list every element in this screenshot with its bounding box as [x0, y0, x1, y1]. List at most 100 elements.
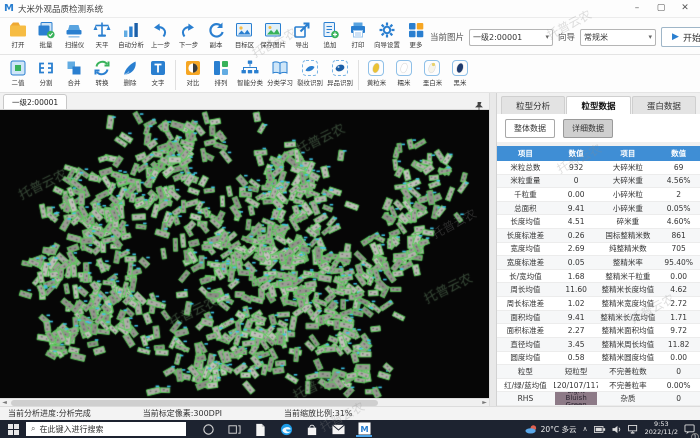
maximize-button[interactable]: ▢ [650, 2, 672, 16]
analysis-image-area[interactable] [0, 110, 489, 398]
table-row[interactable]: 宽度标准差0.05整精米率95.40% [497, 256, 700, 270]
start-record-button[interactable]: ▶ 开始录制 [661, 27, 700, 47]
table-row[interactable]: 长度均值4.51碎米重4.60% [497, 215, 700, 229]
table-row[interactable]: 千粒重0.00小碎米粒2 [497, 188, 700, 202]
battery-icon[interactable] [594, 425, 606, 434]
panel-tab-shape-analysis[interactable]: 粒型分析 [501, 96, 565, 114]
toolbar-open-button[interactable]: 打开 [4, 20, 32, 50]
toolbar-target-area-button[interactable]: 目标区 [230, 20, 258, 50]
scrollbar-track[interactable] [9, 400, 480, 406]
table-row[interactable]: 粒型短粒型不完善粒数0 [497, 365, 700, 379]
network-icon[interactable] [628, 425, 639, 434]
mail-icon[interactable] [330, 421, 346, 437]
value-cell: 0.00 [657, 270, 700, 283]
table-row[interactable]: 长度标准差0.26国标整精米数861 [497, 229, 700, 243]
toolbar-yellow-rice-button[interactable]: 黄粒米 [362, 58, 390, 90]
scroll-left-icon[interactable]: ◄ [0, 399, 9, 406]
close-button[interactable]: ✕ [674, 2, 696, 16]
item-cell: 面积均值 [497, 311, 554, 324]
table-row[interactable]: 红/绿/蓝均值120/107/117不完善粒率0.00% [497, 379, 700, 393]
rice-grain-image[interactable] [0, 110, 489, 398]
value-cell: 4.60% [657, 215, 700, 228]
toolbar-text-button[interactable]: 文字 [144, 58, 172, 90]
smart-classify-icon [240, 58, 260, 78]
panel-tab-shape-data[interactable]: 粒型数据 [566, 96, 630, 114]
cortana-icon[interactable] [200, 421, 216, 437]
scrollbar-thumb[interactable] [11, 400, 378, 406]
toolbar-save-image-button[interactable]: 保存图片 [258, 20, 288, 50]
table-row[interactable]: 长/宽均值1.68整精米千粒重0.00 [497, 270, 700, 284]
table-row[interactable]: 周长均值11.60整精米长度均值4.62 [497, 283, 700, 297]
wizard-select[interactable]: 常规米 ▾ [580, 29, 656, 46]
toolbar-merge-button[interactable]: 合并 [60, 58, 88, 90]
export-icon [292, 20, 312, 40]
toolbar-smart-classify-button[interactable]: 智能分类 [235, 58, 265, 90]
toolbar-arrange-button[interactable]: 排列 [207, 58, 235, 90]
value-cell: 11.60 [554, 283, 599, 296]
store-icon[interactable] [304, 421, 320, 437]
value-cell: 9.72 [657, 324, 700, 337]
item-cell: 面积标准差 [497, 324, 554, 337]
table-row[interactable]: 面积均值9.41整精米长/宽均值1.71 [497, 311, 700, 325]
table-row[interactable]: 宽度均值2.69纯整精米数705 [497, 243, 700, 257]
toolbar-append-button[interactable]: 追加 [316, 20, 344, 50]
weather-widget[interactable]: 20°C 多云 [525, 424, 577, 435]
table-row[interactable]: 圆度均值0.58整精米圆度均值0.00 [497, 352, 700, 366]
toolbar-waxy-rice-button[interactable]: 糯米 [390, 58, 418, 90]
toolbar-copy-button[interactable]: 副本 [202, 20, 230, 50]
value-cell: 932 [554, 161, 599, 174]
speaker-icon[interactable] [612, 425, 622, 434]
item-cell: 圆度均值 [497, 352, 554, 365]
toolbar-batch-button[interactable]: 批量 [32, 20, 60, 50]
toolbar-print-button[interactable]: 打印 [344, 20, 372, 50]
toolbar-split-button[interactable]: 分割 [32, 58, 60, 90]
minimize-button[interactable]: – [626, 2, 648, 16]
toolbar-undo-button[interactable]: 上一步 [146, 20, 174, 50]
taskbar-clock[interactable]: 9:53 2022/11/2 [645, 421, 678, 437]
notification-center-icon[interactable]: 1 [684, 420, 696, 438]
toolbar-delete-button[interactable]: 删除 [116, 58, 144, 90]
start-button[interactable] [0, 420, 26, 438]
task-view-icon[interactable] [226, 421, 242, 437]
toolbar-auto-analyze-button[interactable]: 自动分析 [116, 20, 146, 50]
toolbar-scanner-button[interactable]: 扫描仪 [60, 20, 88, 50]
toolbar-convert-button[interactable]: 转换 [88, 58, 116, 90]
toolbar-crack-detect-button[interactable]: 裂纹识别 [295, 58, 325, 90]
taskbar-search-box[interactable]: ⌕ 在此键入进行搜索 [26, 422, 186, 436]
print-icon [348, 20, 368, 40]
value-cell: 705 [657, 243, 700, 256]
toolbar-compare-button[interactable]: 对比 [179, 58, 207, 90]
toolbar-wizard-settings-button[interactable]: 向导设置 [372, 20, 402, 50]
toolbar-black-rice-button[interactable]: 黑米 [446, 58, 474, 90]
edge-browser-icon[interactable] [278, 421, 294, 437]
detailed-data-button[interactable]: 详细数据 [563, 119, 613, 138]
item-cell: 整精米千粒重 [598, 270, 657, 283]
toolbar-binary-button[interactable]: 二值 [4, 58, 32, 90]
table-row[interactable]: 米粒重量0大碎米重4.56% [497, 175, 700, 189]
toolbar-redo-button[interactable]: 下一步 [174, 20, 202, 50]
horizontal-scrollbar[interactable]: ◄ ► [0, 398, 489, 406]
rice-app-taskbar-icon[interactable]: M [356, 421, 372, 437]
tray-expand-icon[interactable]: ∧ [583, 425, 588, 433]
panel-tab-protein-data[interactable]: 蛋白数据 [632, 96, 696, 114]
current-image-select[interactable]: 一级2:00001 ▾ [469, 29, 553, 46]
toolbar-foreign-detect-button[interactable]: 异品识别 [325, 58, 355, 90]
item-cell: 大碎米粒 [598, 161, 657, 174]
table-row[interactable]: 米粒总数932大碎米粒69 [497, 161, 700, 175]
panel-splitter[interactable] [489, 93, 497, 406]
table-row[interactable]: 周长标准差1.02整精米宽度均值2.72 [497, 297, 700, 311]
document-app-icon[interactable] [252, 421, 268, 437]
toolbar-button-label: 转换 [96, 78, 109, 87]
image-tab[interactable]: 一级2:00001 [3, 94, 67, 109]
table-row[interactable]: 面积标准差2.27整精米面积均值9.72 [497, 324, 700, 338]
overall-data-button[interactable]: 整体数据 [505, 119, 555, 138]
table-row[interactable]: 总面积9.41小碎米重0.05% [497, 202, 700, 216]
table-row[interactable]: 直径均值3.45整精米周长均值11.82 [497, 338, 700, 352]
toolbar-classify-learn-button[interactable]: 分类学习 [265, 58, 295, 90]
scroll-right-icon[interactable]: ► [480, 399, 489, 406]
toolbar-chalky-rice-button[interactable]: 垩白米 [418, 58, 446, 90]
toolbar-more-button[interactable]: 更多 [402, 20, 430, 50]
toolbar-balance-button[interactable]: 天平 [88, 20, 116, 50]
table-row[interactable]: RHSLight Bluish Green杂质0 [497, 392, 700, 406]
toolbar-export-button[interactable]: 导出 [288, 20, 316, 50]
